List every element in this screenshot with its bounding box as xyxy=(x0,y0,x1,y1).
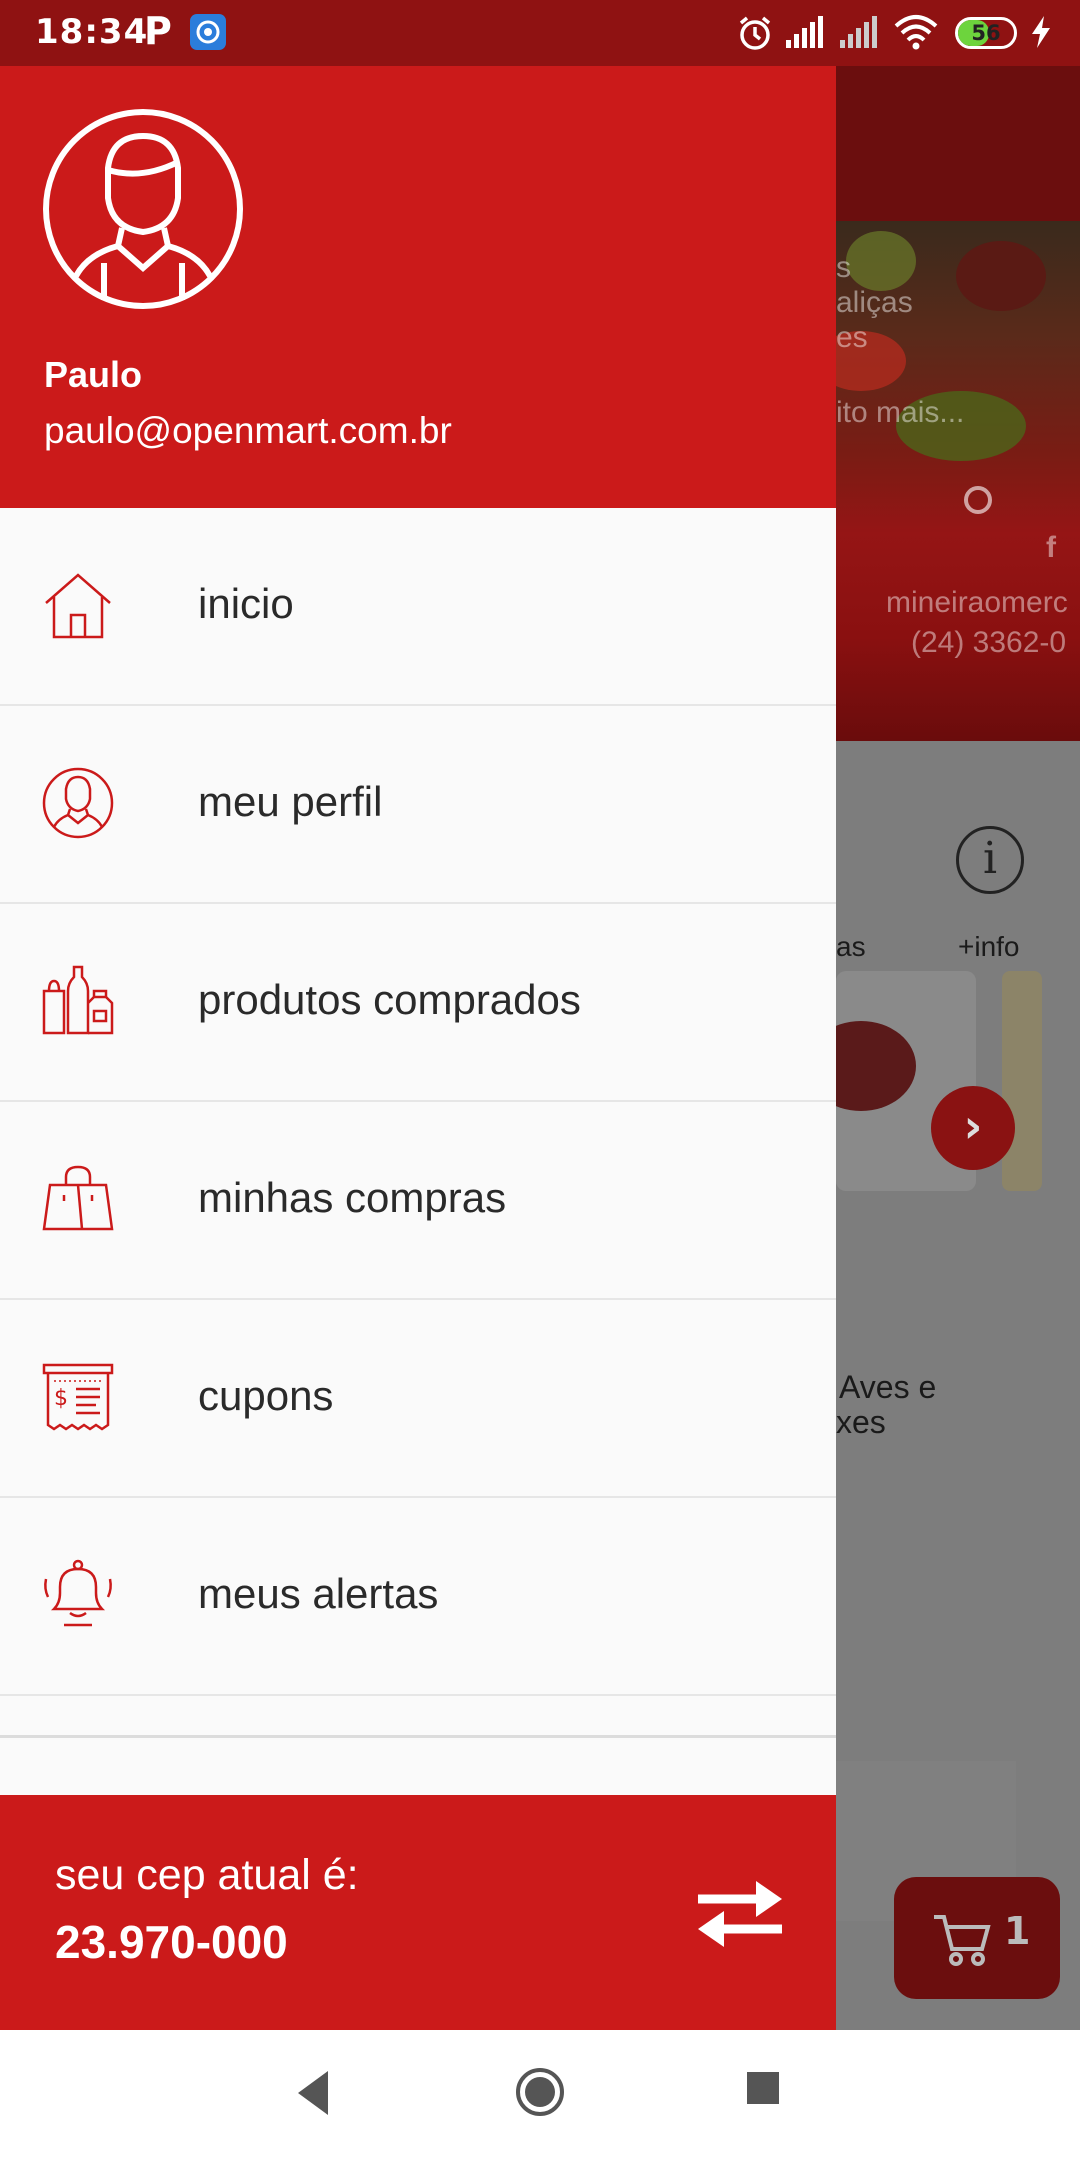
info-icon: i xyxy=(956,826,1024,894)
home-icon xyxy=(45,573,111,639)
menu-item-label: cupons xyxy=(198,1372,334,1419)
back-icon[interactable] xyxy=(292,2065,332,2121)
battery-percent: 56 xyxy=(971,21,1001,45)
menu-item-meu-perfil[interactable]: meu perfil xyxy=(0,706,836,904)
bg-produce-image xyxy=(956,241,1046,311)
cep-label: seu cep atual é: xyxy=(55,1851,359,1899)
facebook-icon: f xyxy=(1046,531,1056,564)
bg-category-label: as xyxy=(836,931,866,962)
bg-banner-text: s xyxy=(836,251,851,284)
charging-icon xyxy=(1028,14,1054,54)
menu-divider xyxy=(0,1735,836,1738)
bg-info-label: +info xyxy=(958,931,1020,962)
bg-banner-text: aliças xyxy=(836,286,913,319)
user-email: paulo@openmart.com.br xyxy=(44,410,452,451)
bell-icon xyxy=(44,1559,112,1627)
menu-item-label: inicio xyxy=(198,580,294,627)
menu-item-label: meus alertas xyxy=(198,1570,439,1617)
navigation-drawer: Paulo paulo@openmart.com.br inicio meu p… xyxy=(0,0,836,2030)
bg-carousel-dot xyxy=(964,486,992,514)
bg-banner-text: ito mais... xyxy=(836,396,965,429)
profile-icon xyxy=(42,767,114,839)
signal-icon xyxy=(838,14,882,54)
bg-app-header xyxy=(836,66,1080,221)
cart-button: 1 xyxy=(894,1877,1060,1999)
user-name: Paulo xyxy=(44,354,143,395)
bg-product-card xyxy=(1002,971,1042,1191)
cep-value: 23.970-000 xyxy=(55,1916,288,1968)
swap-arrows-icon[interactable] xyxy=(690,1871,790,1955)
alarm-icon xyxy=(736,14,774,56)
app-notification-icon xyxy=(190,14,226,50)
battery-indicator: 56 xyxy=(955,17,1017,49)
home-button-icon[interactable] xyxy=(514,2062,566,2122)
wifi-icon xyxy=(893,14,939,54)
cart-count: 1 xyxy=(1004,1909,1031,1953)
products-icon xyxy=(42,965,114,1035)
svg-text:$: $ xyxy=(54,1386,68,1411)
signal-icon xyxy=(784,14,828,54)
drawer-menu: inicio meu perfil produtos comprados min… xyxy=(0,508,836,1696)
menu-item-label: meu perfil xyxy=(198,778,383,825)
shopping-bags-icon xyxy=(42,1165,114,1231)
menu-item-meus-alertas[interactable]: meus alertas xyxy=(0,1498,836,1696)
bg-produce-image xyxy=(846,231,916,291)
menu-item-minhas-compras[interactable]: minhas compras xyxy=(0,1102,836,1300)
menu-item-inicio[interactable]: inicio xyxy=(0,508,836,706)
bg-banner-text: (24) 3362-0 xyxy=(911,626,1067,659)
system-navigation-bar xyxy=(0,2030,1080,2160)
recents-icon[interactable] xyxy=(745,2070,781,2106)
menu-item-produtos-comprados[interactable]: produtos comprados xyxy=(0,904,836,1102)
parking-app-icon: P xyxy=(144,9,172,53)
cep-bar: seu cep atual é: 23.970-000 xyxy=(0,1795,836,2030)
chevron-right-icon: › xyxy=(931,1086,1015,1170)
avatar-icon[interactable] xyxy=(42,108,244,310)
bg-product-title: Aves e xyxy=(839,1369,937,1405)
menu-item-label: minhas compras xyxy=(198,1174,507,1221)
bg-product-title: xes xyxy=(836,1404,886,1440)
status-time: 18:34 xyxy=(35,12,149,52)
coupon-icon: $ xyxy=(42,1363,114,1431)
bg-promo-banner: s aliças es ito mais... f mineiraomerc (… xyxy=(836,221,1080,741)
bg-product-image xyxy=(836,1021,916,1111)
status-bar: 18:34 P 56 xyxy=(0,0,1080,66)
bg-banner-text: mineiraomerc xyxy=(886,586,1068,619)
menu-item-label: produtos comprados xyxy=(198,976,581,1023)
drawer-header: Paulo paulo@openmart.com.br xyxy=(0,0,836,508)
bg-app-body: i as +info › Aves e xes xyxy=(836,741,1080,2030)
background-app: s aliças es ito mais... f mineiraomerc (… xyxy=(836,66,1080,2030)
menu-item-cupons[interactable]: $ cupons xyxy=(0,1300,836,1498)
bg-banner-text: es xyxy=(836,321,868,354)
